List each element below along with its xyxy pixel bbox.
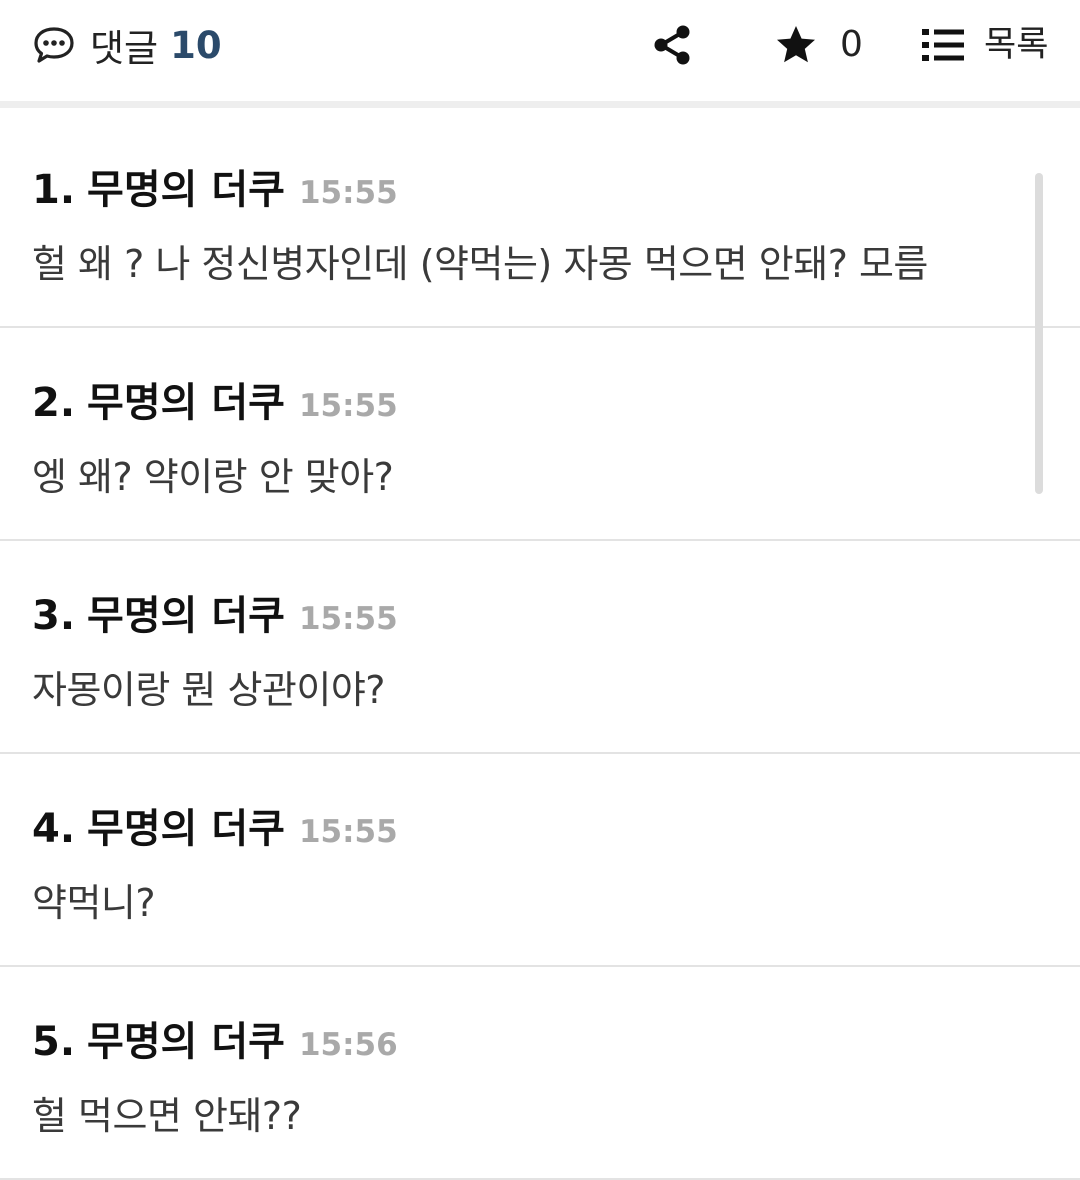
comment-number: 2.	[32, 380, 76, 426]
comment-item: 4. 무명의 더쿠 15:55 약먹니?	[0, 754, 1080, 967]
comments-header[interactable]: 댓글 10	[32, 22, 222, 70]
list-icon[interactable]	[922, 28, 964, 62]
star-count: 0	[840, 24, 863, 65]
comment-item: 5. 무명의 더쿠 15:56 헐 먹으면 안돼??	[0, 967, 1080, 1180]
comment-list: 1. 무명의 더쿠 15:55 헐 왜 ? 나 정신병자인데 (약먹는) 자몽 …	[0, 115, 1080, 1180]
comment-header: 2. 무명의 더쿠 15:55	[32, 370, 398, 426]
scrollbar[interactable]	[1035, 173, 1043, 494]
comment-number: 1.	[32, 167, 76, 213]
comments-label: 댓글	[90, 27, 159, 70]
comment-header: 1. 무명의 더쿠 15:55	[32, 157, 398, 213]
comment-header: 4. 무명의 더쿠 15:55	[32, 796, 398, 852]
comment-item: 3. 무명의 더쿠 15:55 자몽이랑 뭔 상관이야?	[0, 541, 1080, 754]
speech-bubble-icon	[34, 27, 74, 63]
comment-number: 3.	[32, 593, 76, 639]
comment-number: 5.	[32, 1019, 76, 1065]
comment-author[interactable]: 무명의 더쿠	[87, 157, 285, 215]
comment-text: 자몽이랑 뭔 상관이야?	[32, 668, 385, 712]
comment-time: 15:55	[298, 601, 398, 637]
comment-text: 약먹니?	[32, 881, 156, 925]
comment-item: 2. 무명의 더쿠 15:55 엥 왜? 약이랑 안 맞아?	[0, 328, 1080, 541]
share-icon[interactable]	[652, 24, 692, 66]
comment-time: 15:55	[298, 814, 398, 850]
comment-time: 15:55	[298, 175, 398, 211]
comment-author[interactable]: 무명의 더쿠	[87, 1009, 285, 1067]
comment-author[interactable]: 무명의 더쿠	[87, 796, 285, 854]
comment-time: 15:55	[298, 388, 398, 424]
comment-author[interactable]: 무명의 더쿠	[87, 370, 285, 428]
comment-toolbar: 댓글 10 0 목록	[0, 0, 1080, 108]
comments-count: 10	[170, 23, 222, 67]
comment-author[interactable]: 무명의 더쿠	[87, 583, 285, 641]
comment-text: 헐 먹으면 안돼??	[32, 1094, 302, 1138]
comment-item: 1. 무명의 더쿠 15:55 헐 왜 ? 나 정신병자인데 (약먹는) 자몽 …	[0, 115, 1080, 328]
comment-header: 3. 무명의 더쿠 15:55	[32, 583, 398, 639]
comment-text: 헐 왜 ? 나 정신병자인데 (약먹는) 자몽 먹으면 안돼? 모름	[32, 242, 928, 286]
comment-text: 엥 왜? 약이랑 안 맞아?	[32, 455, 394, 499]
star-icon[interactable]	[774, 24, 818, 66]
comment-number: 4.	[32, 806, 76, 852]
comment-header: 5. 무명의 더쿠 15:56	[32, 1009, 398, 1065]
comment-time: 15:56	[298, 1027, 398, 1063]
list-button-label[interactable]: 목록	[984, 22, 1048, 68]
